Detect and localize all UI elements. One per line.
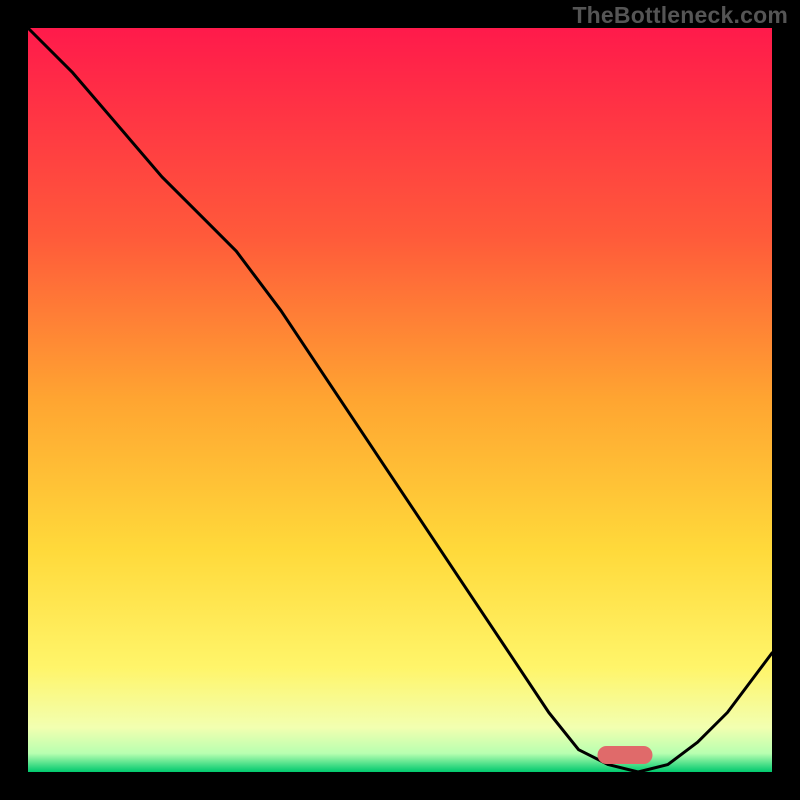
minimum-marker bbox=[598, 746, 653, 764]
chart-frame: TheBottleneck.com bbox=[0, 0, 800, 800]
chart-svg bbox=[0, 0, 800, 800]
plot-area bbox=[28, 28, 772, 772]
